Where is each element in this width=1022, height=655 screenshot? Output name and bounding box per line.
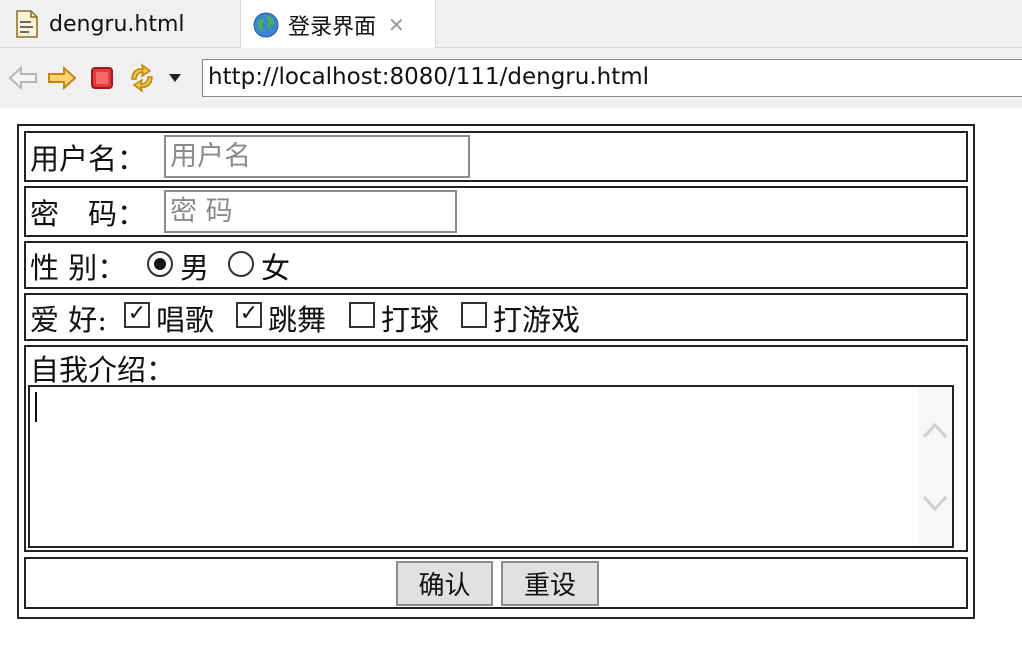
address-bar[interactable]: http://localhost:8080/111/dengru.html: [202, 59, 1022, 97]
stop-icon: [91, 67, 113, 89]
stop-button[interactable]: [86, 62, 118, 94]
hobby-game-label: 打游戏: [493, 303, 581, 337]
buttons-row: 确认 重设: [24, 557, 968, 609]
back-arrow-icon: [8, 65, 37, 91]
text-caret: [35, 392, 37, 422]
submit-button[interactable]: 确认: [396, 561, 493, 606]
textarea-scrollbar[interactable]: [918, 387, 952, 546]
hobby-ball-label: 打球: [381, 303, 440, 337]
gender-female-label: 女: [261, 251, 291, 285]
close-tab-icon[interactable]: ✕: [388, 13, 405, 37]
forward-arrow-icon: [48, 65, 77, 91]
gender-male-label: 男: [180, 251, 210, 285]
intro-row: 自我介绍：: [24, 345, 968, 552]
globe-icon: [253, 11, 279, 39]
tab-label: dengru.html: [49, 11, 185, 37]
forward-button[interactable]: [46, 62, 78, 94]
tab-login-page[interactable]: 登录界面 ✕: [240, 0, 436, 49]
password-label: 密 码：: [30, 197, 147, 231]
tab-label: 登录界面: [288, 14, 377, 40]
gender-label: 性 别：: [30, 251, 127, 285]
browser-toolbar: http://localhost:8080/111/dengru.html: [0, 48, 1022, 108]
url-text: http://localhost:8080/111/dengru.html: [208, 64, 650, 90]
tab-dengru-html[interactable]: dengru.html: [0, 0, 238, 48]
gender-row: 性 别： 男 女: [24, 241, 968, 289]
hobby-sing-checkbox[interactable]: ✓: [124, 302, 150, 328]
intro-label: 自我介绍：: [30, 353, 176, 387]
html-file-icon: [14, 10, 40, 38]
hobby-ball-checkbox[interactable]: [349, 302, 375, 328]
hobby-dance-checkbox[interactable]: ✓: [236, 302, 262, 328]
username-label: 用户名：: [30, 142, 147, 176]
scroll-down-icon: [922, 495, 948, 512]
password-input[interactable]: [164, 190, 457, 233]
login-form: 用户名： 密 码： 性 别： 男 女 爱 好: ✓ 唱歌 ✓ 跳舞 打球 打游戏…: [17, 124, 975, 619]
dropdown-icon: [169, 74, 181, 82]
intro-textarea[interactable]: [28, 385, 954, 548]
back-button[interactable]: [7, 62, 39, 94]
hobbies-row: 爱 好: ✓ 唱歌 ✓ 跳舞 打球 打游戏: [24, 293, 968, 341]
hobby-sing-label: 唱歌: [156, 303, 215, 337]
refresh-icon: [131, 63, 153, 93]
tab-strip: dengru.html 登录界面 ✕: [0, 0, 1022, 49]
refresh-button[interactable]: [126, 62, 158, 94]
username-row: 用户名：: [24, 131, 968, 182]
history-dropdown[interactable]: [162, 62, 188, 94]
hobby-game-checkbox[interactable]: [461, 302, 487, 328]
hobby-dance-label: 跳舞: [268, 303, 327, 337]
reset-button[interactable]: 重设: [501, 561, 599, 606]
username-input[interactable]: [164, 135, 470, 178]
hobbies-label: 爱 好:: [30, 303, 107, 337]
gender-female-radio[interactable]: [228, 251, 254, 277]
password-row: 密 码：: [24, 186, 968, 237]
gender-male-radio[interactable]: [147, 251, 173, 277]
scroll-up-icon: [922, 422, 948, 439]
